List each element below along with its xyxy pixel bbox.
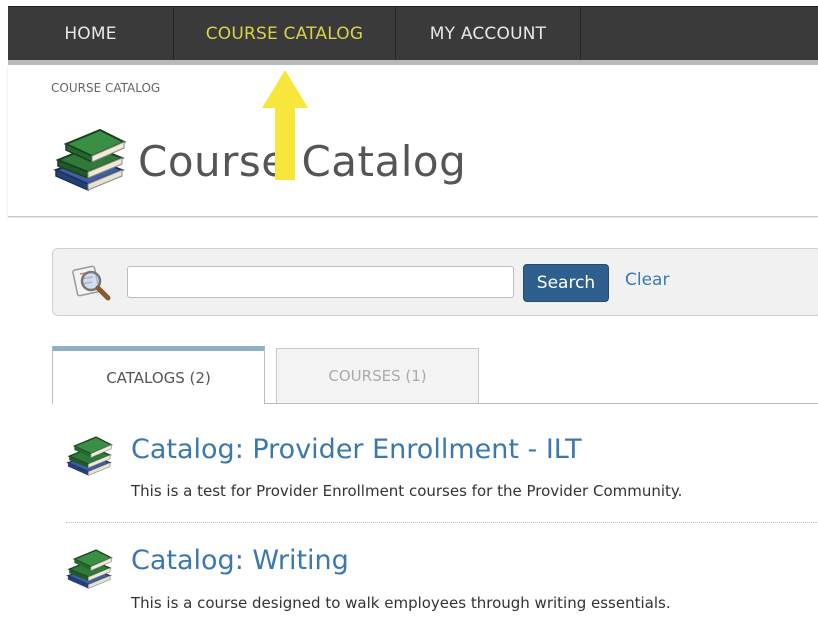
search-input[interactable] [127, 266, 514, 298]
nav-my-account[interactable]: MY ACCOUNT [396, 7, 581, 61]
catalog-description: This is a test for Provider Enrollment c… [131, 482, 683, 500]
top-navigation: HOME COURSE CATALOG MY ACCOUNT [8, 6, 818, 61]
tab-courses[interactable]: COURSES (1) [276, 348, 479, 403]
catalog-description: This is a course designed to walk employ… [131, 594, 671, 612]
catalog-title-link[interactable]: Catalog: Writing [131, 545, 349, 576]
clear-link[interactable]: Clear [625, 270, 669, 290]
tab-catalogs[interactable]: CATALOGS (2) [52, 346, 265, 404]
books-icon [53, 128, 127, 192]
magnifier-icon[interactable] [72, 262, 112, 302]
list-divider [66, 522, 818, 523]
nav-course-catalog[interactable]: COURSE CATALOG [174, 7, 396, 61]
arrow-up-icon [262, 70, 308, 180]
search-button[interactable]: Search [523, 264, 609, 302]
page-header: COURSE CATALOG Course Catalog [8, 65, 818, 217]
books-icon [66, 436, 113, 476]
tabs-baseline [265, 403, 818, 404]
breadcrumb: COURSE CATALOG [51, 81, 161, 95]
nav-home[interactable]: HOME [8, 7, 174, 61]
catalog-title-link[interactable]: Catalog: Provider Enrollment - ILT [131, 434, 582, 465]
books-icon [66, 549, 113, 589]
